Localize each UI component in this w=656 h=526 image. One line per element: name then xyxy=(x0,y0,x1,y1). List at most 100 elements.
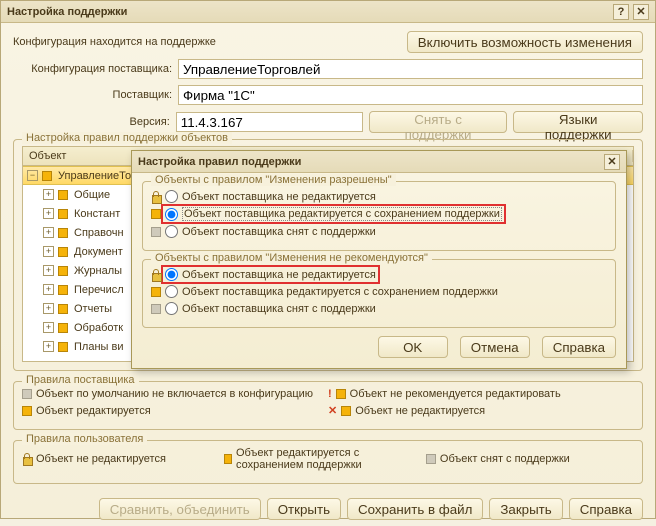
main-titlebar: Настройка поддержки ? ✕ xyxy=(1,1,655,23)
tree-item-label: УправлениеТо xyxy=(56,170,131,182)
radio-g1-not-edited-label: Объект поставщика не редактируется xyxy=(182,191,376,203)
main-help-button[interactable]: ? xyxy=(613,4,629,20)
compare-merge-button: Сравнить, объединить xyxy=(99,498,261,520)
open-button[interactable]: Открыть xyxy=(267,498,341,520)
radio-g1-removed-label: Объект поставщика снят с поддержки xyxy=(182,226,376,238)
user-rule-0: Объект не редактируется xyxy=(36,453,166,465)
group1-legend: Объекты с правилом "Изменения разрешены" xyxy=(151,174,396,186)
expand-icon[interactable]: + xyxy=(43,322,54,333)
highlight-box-2: Объект поставщика не редактируется xyxy=(161,265,380,284)
user-rules-legend: Правила пользователя xyxy=(22,433,147,445)
cube-icon xyxy=(58,228,68,238)
dialog-cancel-button[interactable]: Отмена xyxy=(460,336,530,358)
highlight-box-1: Объект поставщика редактируется с сохран… xyxy=(161,204,506,224)
expand-icon[interactable]: + xyxy=(43,208,54,219)
cube-icon xyxy=(58,285,68,295)
cube-icon xyxy=(224,454,232,464)
supplier-rule-2: Объект редактируется xyxy=(36,405,151,417)
cube-icon xyxy=(58,209,68,219)
expand-icon[interactable]: + xyxy=(43,341,54,352)
cube-icon xyxy=(22,406,32,416)
cube-icon xyxy=(151,209,161,219)
tree-item-label: Планы ви xyxy=(72,341,123,353)
bottom-button-bar: Сравнить, объединить Открыть Сохранить в… xyxy=(1,492,655,526)
radio-g2-edited-with-support-label: Объект поставщика редактируется с сохран… xyxy=(182,286,498,298)
lock-icon xyxy=(22,453,32,465)
version-input[interactable] xyxy=(176,112,363,132)
tree-item-label: Перечисл xyxy=(72,284,124,296)
cube-icon xyxy=(336,389,346,399)
expand-icon[interactable]: + xyxy=(43,265,54,276)
expand-icon[interactable]: + xyxy=(43,246,54,257)
dialog-close-button[interactable]: ✕ xyxy=(604,154,620,170)
user-rule-1: Объект редактируется с сохранением подде… xyxy=(236,447,426,471)
supplier-rules-legend: Правила поставщика xyxy=(22,374,139,386)
supplier-rule-0: Объект по умолчанию не включается в конф… xyxy=(36,388,313,400)
expand-icon[interactable]: + xyxy=(43,189,54,200)
main-window: Настройка поддержки ? ✕ Конфигурация нах… xyxy=(0,0,656,519)
group-changes-not-recommended: Объекты с правилом "Изменения не рекомен… xyxy=(142,259,616,328)
cube-grey-icon xyxy=(151,304,161,314)
config-status-text: Конфигурация находится на поддержке xyxy=(13,36,401,48)
cube-icon xyxy=(42,171,52,181)
config-supplier-label: Конфигурация поставщика: xyxy=(13,63,178,75)
tree-item-label: Обработк xyxy=(72,322,123,334)
main-title: Настройка поддержки xyxy=(7,6,127,18)
dialog-title: Настройка правил поддержки xyxy=(138,156,301,168)
radio-g2-removed-label: Объект поставщика снят с поддержки xyxy=(182,303,376,315)
dialog-titlebar: Настройка правил поддержки ✕ xyxy=(132,151,626,173)
cube-icon xyxy=(151,287,161,297)
radio-g1-removed[interactable] xyxy=(165,225,178,238)
cube-icon xyxy=(58,266,68,276)
close-button[interactable]: Закрыть xyxy=(489,498,562,520)
cube-icon xyxy=(58,304,68,314)
main-close-button[interactable]: ✕ xyxy=(633,4,649,20)
save-to-file-button[interactable]: Сохранить в файл xyxy=(347,498,483,520)
cube-grey-icon xyxy=(151,227,161,237)
cube-icon xyxy=(58,190,68,200)
expand-icon[interactable]: − xyxy=(27,170,38,181)
tree-item-label: Отчеты xyxy=(72,303,112,315)
expand-icon[interactable]: + xyxy=(43,227,54,238)
tree-item-label: Справочн xyxy=(72,227,124,239)
lock-icon xyxy=(151,191,161,203)
dialog-ok-button[interactable]: OK xyxy=(378,336,448,358)
tree-item-label: Журналы xyxy=(72,265,122,277)
group-changes-allowed: Объекты с правилом "Изменения разрешены"… xyxy=(142,181,616,251)
cube-icon xyxy=(58,323,68,333)
cube-grey-icon xyxy=(22,389,32,399)
supplier-rule-1: Объект не рекомендуется редактировать xyxy=(350,388,561,400)
expand-icon[interactable]: + xyxy=(43,303,54,314)
exclamation-icon: ! xyxy=(328,388,332,400)
version-label: Версия: xyxy=(13,116,176,128)
user-rules-fieldset: Правила пользователя Объект не редактиру… xyxy=(13,440,643,484)
radio-g1-not-edited[interactable] xyxy=(165,190,178,203)
cube-icon xyxy=(341,406,351,416)
supplier-input[interactable] xyxy=(178,85,643,105)
enable-changes-button[interactable]: Включить возможность изменения xyxy=(407,31,643,53)
user-rule-2: Объект снят с поддержки xyxy=(440,453,570,465)
support-languages-button[interactable]: Языки поддержки xyxy=(513,111,643,133)
remove-support-button: Снять с поддержки xyxy=(369,111,508,133)
supplier-rule-3: Объект не редактируется xyxy=(355,405,485,417)
tree-item-label: Документ xyxy=(72,246,123,258)
help-button[interactable]: Справка xyxy=(569,498,643,520)
lock-icon xyxy=(151,269,161,281)
radio-g2-edited-with-support[interactable] xyxy=(165,285,178,298)
cube-icon xyxy=(58,342,68,352)
tree-header-object[interactable]: Объект xyxy=(23,150,133,162)
radio-g2-removed[interactable] xyxy=(165,302,178,315)
supplier-label: Поставщик: xyxy=(13,89,178,101)
radio-g1-edited-with-support-label: Объект поставщика редактируется с сохран… xyxy=(182,207,502,221)
expand-icon[interactable]: + xyxy=(43,284,54,295)
group2-legend: Объекты с правилом "Изменения не рекомен… xyxy=(151,252,432,264)
radio-g1-edited-with-support[interactable] xyxy=(165,208,178,221)
dialog-help-button[interactable]: Справка xyxy=(542,336,616,358)
support-rules-dialog: Настройка правил поддержки ✕ Объекты с п… xyxy=(131,150,627,369)
radio-g2-not-edited-label: Объект поставщика не редактируется xyxy=(182,269,376,281)
cube-icon xyxy=(58,247,68,257)
config-supplier-input[interactable] xyxy=(178,59,643,79)
x-icon: ✕ xyxy=(328,404,337,417)
tree-item-label: Констант xyxy=(72,208,120,220)
radio-g2-not-edited[interactable] xyxy=(165,268,178,281)
